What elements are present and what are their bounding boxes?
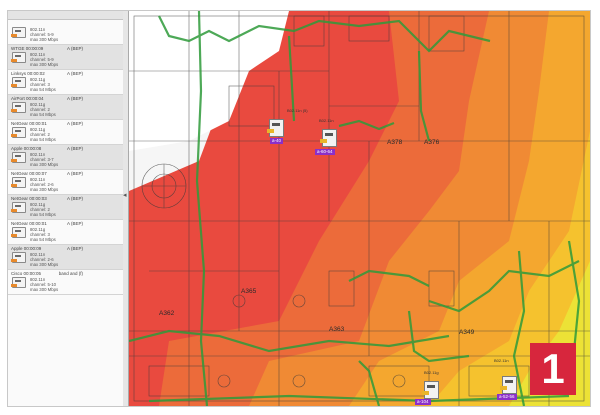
ap-security: band and (f) [58, 271, 83, 276]
room-label: A378 [387, 139, 403, 146]
router-icon [11, 52, 26, 63]
router-icon [11, 102, 26, 113]
ap-security: A (BEP) [66, 221, 83, 226]
ap-details: 802.11g channel: 3 max 54 Mbps [30, 77, 56, 92]
ap-details: 802.11n channel: 2-6 max 300 Mbps [30, 252, 58, 267]
ap-details: 802.11g channel: 2 max 54 Mbps [30, 202, 56, 217]
ap-security: A (BEP) [66, 121, 83, 126]
ap-name: AirPort 00:00:04 [11, 96, 44, 101]
ap-info: B02.11n [494, 358, 509, 363]
list-item[interactable]: NetGear 00:00:01 A (BEP) 802.11g channel: 2… [8, 120, 123, 145]
ap-info: B02.11n [319, 118, 334, 123]
access-point-icon[interactable] [422, 381, 439, 399]
panel-number: 1 [541, 345, 565, 392]
ap-security: A (BEP) [66, 96, 83, 101]
room-label: A365 [241, 288, 257, 295]
ap-details: 802.11n channel: 5-9 max 300 Mbps [30, 52, 58, 67]
room-label: A362 [159, 310, 175, 317]
channel-chip: a-40 [270, 138, 284, 144]
ap-name: NetGear 00:00:07 [11, 171, 47, 176]
ap-rate: max 300 Mbps [30, 37, 59, 42]
ap-details: 802.11g channel: 2 max 54 Mbps [30, 102, 56, 117]
ap-details: 802.11n channel: 5-9 max 300 Mbps [30, 27, 58, 42]
ap-details: 802.11g channel: 3 max 54 Mbps [30, 227, 56, 242]
list-item[interactable]: Apple 00:00:09 A (BEP) 802.11n channel: 2-6… [8, 245, 123, 270]
ap-rate: max 300 Mbps [30, 262, 59, 267]
router-icon [11, 252, 26, 263]
list-item[interactable]: WTGE 00:00:09 A (BEP) 802.11n channel: 5-9 m… [8, 45, 123, 70]
list-item[interactable]: AirPort 00:00:04 A (BEP) 802.11g channel: 2… [8, 95, 123, 120]
ap-name: Apple 00:00:08 [11, 146, 42, 151]
ap-rate: max 54 Mbps [30, 212, 56, 217]
ap-rate: max 300 Mbps [30, 187, 59, 192]
ap-rate: max 54 Mbps [30, 112, 56, 117]
list-item[interactable]: NetGear 00:00:07 A (BEP) 802.11n channel: 2… [8, 170, 123, 195]
access-point-icon[interactable] [267, 119, 284, 137]
collapse-arrow-icon[interactable]: ◂ [123, 191, 127, 199]
access-point-list[interactable]: 802.11n channel: 5-9 max 300 Mbps WTGE 00:0… [8, 11, 124, 406]
ap-name: NetGear 00:00:01 [11, 121, 47, 126]
list-header [8, 11, 123, 20]
ap-rate: max 300 Mbps [30, 287, 59, 292]
list-item[interactable]: NetGear 00:00:03 A (BEP) 802.11g channel: 2… [8, 195, 123, 220]
router-icon [11, 277, 26, 288]
panel-number-badge: 1 [530, 343, 576, 395]
ap-details: 802.11n channel: 3-7 max 300 Mbps [30, 152, 58, 167]
ap-rate: max 54 Mbps [30, 237, 56, 242]
ap-security: A (BEP) [66, 171, 83, 176]
list-item[interactable]: Linksys 00:00:02 A (BEP) 802.11g channel: 3… [8, 70, 123, 95]
ap-security: A (BEP) [66, 46, 83, 51]
list-item[interactable]: 802.11n channel: 5-9 max 300 Mbps [8, 20, 123, 45]
list-item[interactable]: Apple 00:00:08 A (BEP) 802.11n channel: 3-7… [8, 145, 123, 170]
ap-name: Linksys 00:00:02 [11, 71, 45, 76]
router-icon [11, 77, 26, 88]
router-icon [11, 177, 26, 188]
ap-rate: max 54 Mbps [30, 137, 56, 142]
room-label: A363 [329, 326, 345, 333]
ap-name: Cisco 00:00:05 [11, 271, 42, 276]
ap-info: B02.11g [424, 370, 439, 375]
ap-security: A (BEP) [66, 146, 83, 151]
room-label: A349 [459, 329, 475, 336]
ap-name: NetGear 00:00:01 [11, 221, 47, 226]
list-item[interactable]: Cisco 00:00:05 band and (f) 802.11n channel… [8, 270, 123, 295]
heatmap-view[interactable]: A378 A376 A365 A362 A363 A349 B02.11n (5… [129, 11, 590, 406]
ap-security: A (BEP) [66, 196, 83, 201]
ap-name: WTGE 00:00:09 [11, 46, 44, 51]
ap-security: A (BEP) [66, 71, 83, 76]
ap-details: 802.11n channel: 5-10 max 300 Mbps [30, 277, 58, 292]
room-label: A376 [424, 139, 440, 146]
ap-rate: max 300 Mbps [30, 62, 59, 67]
app-window: 802.11n channel: 5-9 max 300 Mbps WTGE 00:0… [7, 10, 591, 407]
list-item[interactable]: NetGear 00:00:01 A (BEP) 802.11g channel: 3… [8, 220, 123, 245]
router-icon [11, 127, 26, 138]
ap-rate: max 300 Mbps [30, 162, 59, 167]
ap-info: B02.11n (5) [287, 108, 308, 113]
ap-name: NetGear 00:00:03 [11, 196, 47, 201]
access-point-icon[interactable] [320, 129, 337, 147]
ap-security: A (BEP) [66, 246, 83, 251]
router-icon [11, 227, 26, 238]
channel-chip: a-60-64 [315, 149, 335, 155]
ap-details: 802.11n channel: 2-6 max 300 Mbps [30, 177, 58, 192]
ap-name: Apple 00:00:09 [11, 246, 42, 251]
channel-chip: a-104 [415, 399, 431, 405]
access-point-icon[interactable] [500, 376, 517, 394]
router-icon [11, 152, 26, 163]
ap-details: 802.11g channel: 2 max 54 Mbps [30, 127, 56, 142]
router-icon [11, 27, 26, 38]
channel-chip: a-52-56 [497, 394, 517, 400]
coverage-heatmap [129, 11, 590, 406]
ap-rate: max 54 Mbps [30, 87, 56, 92]
router-icon [11, 202, 26, 213]
